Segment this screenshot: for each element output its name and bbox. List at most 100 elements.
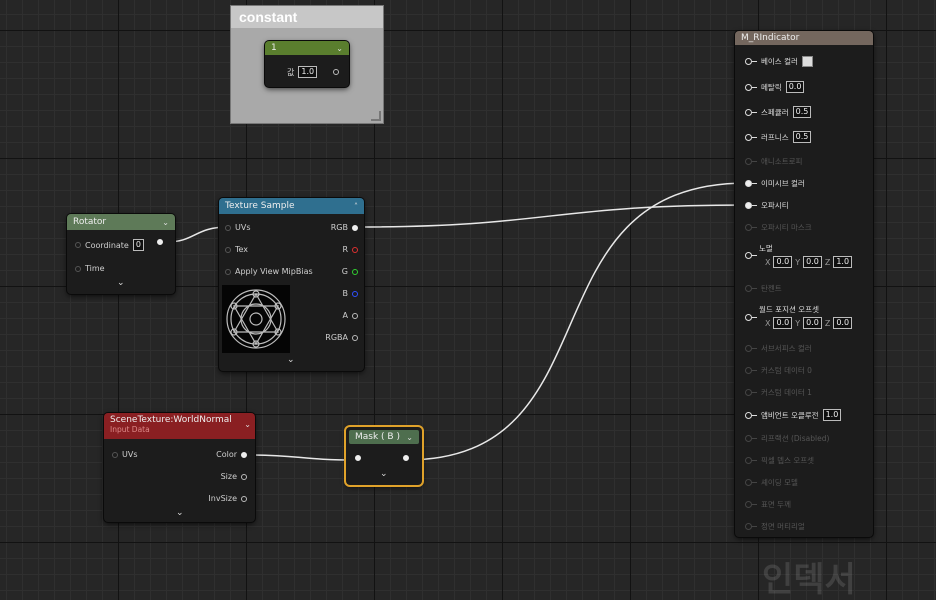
metallic-pin[interactable] <box>745 83 752 91</box>
constant-node[interactable]: 1 ⌄ 값 1.0 <box>265 41 349 87</box>
wpo-values: X 0.0 Y 0.0 Z 0.0 <box>765 317 853 329</box>
opacity-pin[interactable] <box>745 202 752 209</box>
emissive-color-pin[interactable] <box>745 180 752 187</box>
custom-data-0-pin[interactable] <box>745 367 752 374</box>
b-output-pin[interactable] <box>352 290 358 297</box>
texture-sample-title: Texture Sample <box>225 201 295 211</box>
mask-input-pin[interactable] <box>355 455 361 461</box>
front-material-pin[interactable] <box>745 523 752 530</box>
specular-pin[interactable] <box>745 108 752 116</box>
expand-chevron-icon[interactable]: ⌄ <box>380 469 388 479</box>
tangent-label: 탄젠트 <box>761 284 782 293</box>
ts-input-label: UVs <box>235 223 251 232</box>
chevron-down-icon[interactable]: ⌄ <box>406 433 413 442</box>
scene-texture-node[interactable]: SceneTexture:WorldNormal Input Data ⌄ UV… <box>104 413 255 522</box>
chevron-down-icon[interactable]: ⌄ <box>244 420 251 429</box>
normal-x-field[interactable]: 0.0 <box>773 256 793 268</box>
axis-y-label: Y <box>795 318 801 328</box>
color-output-pin[interactable] <box>241 451 247 458</box>
rotator-output-pin[interactable] <box>157 239 163 245</box>
magic-circle-icon <box>226 289 286 349</box>
comment-title[interactable]: constant <box>231 6 383 28</box>
wire-mask-emissive <box>405 182 748 461</box>
pixel-depth-offset-pin[interactable] <box>745 457 752 464</box>
coordinate-label: Coordinate <box>85 240 129 250</box>
material-title: M_RIndicator <box>741 33 800 43</box>
uvs-input-pin[interactable] <box>112 451 118 458</box>
tangent-pin[interactable] <box>745 285 752 292</box>
invsize-output-pin[interactable] <box>241 495 247 502</box>
subsurface-pin[interactable] <box>745 345 752 352</box>
rgba-output-pin[interactable] <box>352 334 358 341</box>
mipbias-input-pin[interactable] <box>225 268 231 275</box>
wire-rgb-opacity <box>355 204 748 228</box>
r-output-pin[interactable] <box>352 246 358 253</box>
mask-node[interactable]: Mask ( B ) ⌄ ⌄ <box>346 427 422 485</box>
rotator-node[interactable]: Rotator ⌄ Coordinate 0 Time ⌄ <box>67 214 175 294</box>
opacity-mask-pin[interactable] <box>745 224 752 231</box>
normal-y-field[interactable]: 0.0 <box>803 256 822 268</box>
base-color-pin[interactable] <box>745 58 752 65</box>
normal-z-field[interactable]: 1.0 <box>833 256 853 268</box>
roughness-pin[interactable] <box>745 133 752 141</box>
expand-chevron-icon[interactable]: ⌄ <box>287 355 295 365</box>
st-output-label: Color <box>216 450 237 459</box>
axis-z-label: Z <box>824 318 831 328</box>
specular-field[interactable]: 0.5 <box>792 106 812 118</box>
g-output-pin[interactable] <box>352 268 358 275</box>
chevron-up-icon[interactable]: ˄ <box>354 202 358 211</box>
custom1-label: 커스텀 데이터 1 <box>761 388 812 397</box>
constant-value-field[interactable]: 1.0 <box>298 66 318 78</box>
time-input-pin[interactable] <box>75 265 81 272</box>
coordinate-value-field[interactable]: 0 <box>132 239 144 251</box>
ao-pin[interactable] <box>745 411 752 419</box>
chevron-down-icon[interactable]: ⌄ <box>162 218 169 227</box>
a-output-pin[interactable] <box>352 312 358 319</box>
wpo-z-field[interactable]: 0.0 <box>833 317 853 329</box>
refraction-pin[interactable] <box>745 435 752 442</box>
chevron-down-icon[interactable]: ⌄ <box>336 44 343 53</box>
uvs-input-pin[interactable] <box>225 224 231 231</box>
mask-output-pin[interactable] <box>403 455 409 461</box>
ts-output-label: G <box>341 267 348 276</box>
surface-thickness-label: 표면 두께 <box>761 500 791 509</box>
axis-x-label: X <box>765 318 771 328</box>
base-color-label: 베이스 컬러 <box>761 57 798 66</box>
constant-output-pin[interactable] <box>333 69 340 75</box>
base-color-swatch[interactable] <box>801 56 813 67</box>
constant-value-label: 값 <box>287 67 295 77</box>
wpo-x-field[interactable]: 0.0 <box>773 317 793 329</box>
watermark: 인덱서 <box>762 560 856 600</box>
surface-thickness-pin[interactable] <box>745 501 752 508</box>
custom0-label: 커스텀 데이터 0 <box>761 366 812 375</box>
size-output-pin[interactable] <box>241 473 247 480</box>
scene-texture-title: SceneTexture:WorldNormal <box>110 415 232 425</box>
front-material-label: 정면 머티리얼 <box>761 522 805 531</box>
material-result-node[interactable]: M_RIndicator 베이스 컬러 메탈릭 0.0 스페큘러 0.5 러프니스 0… <box>735 31 873 537</box>
shading-model-label: 셰이딩 모델 <box>761 478 798 487</box>
constant-title: 1 <box>271 43 277 53</box>
texture-sample-node[interactable]: Texture Sample ˄ UVs Tex Apply View MipB… <box>219 198 364 371</box>
normal-label: 노멀 <box>759 244 773 253</box>
emissive-label: 이미시브 컬러 <box>761 179 805 188</box>
metallic-label: 메탈릭 <box>761 82 782 92</box>
ts-output-label: RGB <box>330 223 348 232</box>
expand-chevron-icon[interactable]: ⌄ <box>117 278 125 288</box>
wpo-y-field[interactable]: 0.0 <box>803 317 822 329</box>
normal-pin[interactable] <box>745 252 752 259</box>
anisotropy-pin[interactable] <box>745 158 752 165</box>
resize-grip-icon[interactable] <box>371 111 381 121</box>
roughness-field[interactable]: 0.5 <box>792 131 812 143</box>
metallic-field[interactable]: 0.0 <box>785 81 805 93</box>
subsurface-label: 서브서피스 컬러 <box>761 344 812 353</box>
opacity-mask-label: 오파시티 마스크 <box>761 223 812 232</box>
custom-data-1-pin[interactable] <box>745 389 752 396</box>
ao-field[interactable]: 1.0 <box>822 409 842 421</box>
expand-chevron-icon[interactable]: ⌄ <box>176 508 184 518</box>
shading-model-pin[interactable] <box>745 479 752 486</box>
coordinate-input-pin[interactable] <box>75 242 81 248</box>
rgb-output-pin[interactable] <box>352 224 358 231</box>
wpo-pin[interactable] <box>745 314 752 321</box>
wire-color-mask <box>245 454 359 461</box>
tex-input-pin[interactable] <box>225 246 231 253</box>
